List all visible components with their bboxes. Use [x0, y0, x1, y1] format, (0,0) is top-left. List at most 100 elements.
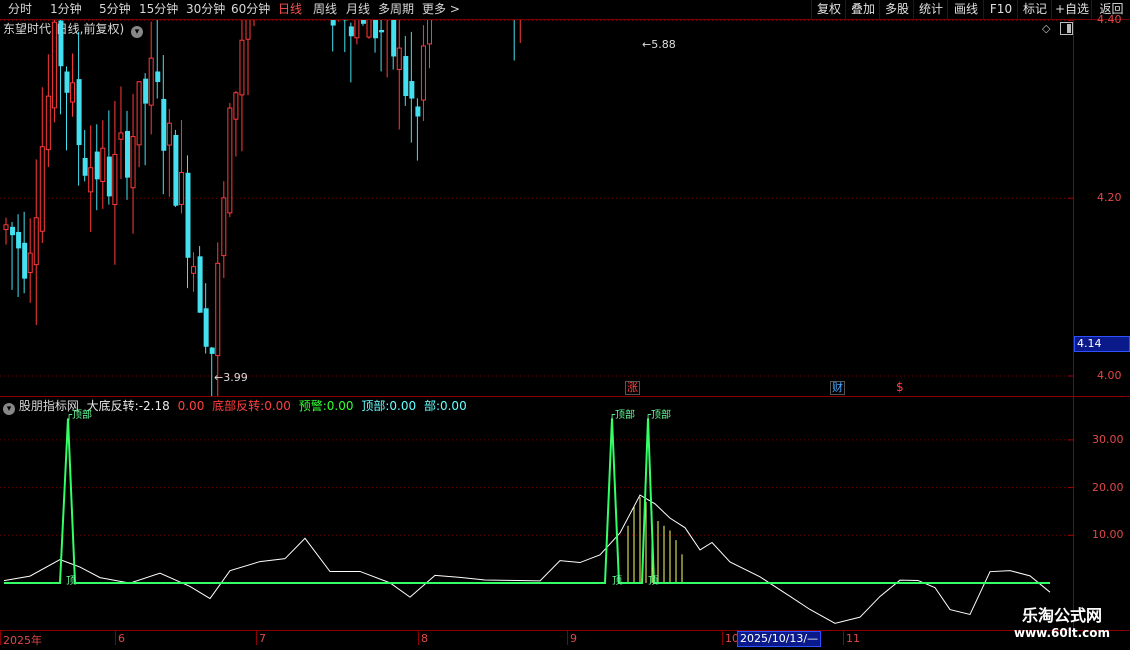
multi-stock-button[interactable]: 多股: [879, 0, 914, 19]
tf-1min[interactable]: 1分钟: [50, 1, 82, 17]
candle: [233, 90, 239, 157]
watermark: 乐淘公式网 www.60lt.com: [1000, 606, 1124, 641]
candle: [203, 283, 209, 354]
tf-15min[interactable]: 15分钟: [139, 1, 178, 17]
draw-line-button[interactable]: 画线: [947, 0, 984, 19]
candle: [10, 221, 16, 290]
high-marker: ←5.88: [642, 38, 676, 51]
spike-label-2-text: 顶部: [615, 410, 636, 421]
candle: [45, 54, 51, 168]
indicator-tick-0: 30.00: [1092, 432, 1124, 446]
statistics-button[interactable]: 统计: [913, 0, 948, 19]
tf-more[interactable]: 更多 >: [422, 1, 460, 17]
fuquan-button[interactable]: 复权: [811, 0, 846, 19]
candle: [409, 31, 415, 143]
candle: [185, 155, 191, 289]
candle: [143, 73, 149, 166]
candle: [191, 252, 197, 292]
candle: [386, 20, 388, 78]
date-label-nov: 11: [846, 632, 860, 645]
candle: [173, 129, 179, 208]
base-label-2: 顶: [612, 576, 622, 587]
candle: [76, 31, 82, 186]
date-label-sep: 9: [570, 632, 577, 645]
candle: [348, 22, 354, 83]
low-value: 3.99: [223, 371, 248, 384]
high-value: 5.88: [651, 38, 676, 51]
candle: [118, 86, 124, 180]
spike-label-2: ┌顶部: [609, 410, 636, 421]
candle: [403, 36, 409, 106]
f10-button[interactable]: F10: [983, 0, 1018, 19]
tf-daily[interactable]: 日线: [278, 1, 302, 17]
candle: [166, 108, 172, 197]
candle: [178, 120, 184, 214]
candle: [360, 20, 366, 26]
price-tick-7: 4.40: [1097, 13, 1122, 27]
candle: [64, 66, 70, 151]
candle: [415, 98, 421, 161]
date-label-jun: 6: [118, 632, 125, 645]
date-label-jul: 7: [259, 632, 266, 645]
candle: [245, 20, 251, 96]
candle: [3, 217, 9, 245]
candle: [330, 20, 336, 52]
candle: [513, 20, 515, 61]
event-mark-dollar[interactable]: $: [896, 381, 904, 393]
candle: [396, 20, 402, 130]
candle: [70, 53, 76, 117]
date-axis-divider: [0, 630, 1130, 631]
candle: [391, 20, 397, 70]
spike-label-1-text: 顶部: [72, 410, 93, 421]
tf-multi-period[interactable]: 多周期: [378, 1, 414, 17]
candle: [130, 93, 136, 234]
signal-line: [4, 418, 1050, 584]
overlay-button[interactable]: 叠加: [845, 0, 880, 19]
candle: [94, 124, 100, 211]
candle: [379, 20, 385, 72]
event-mark-limit-up[interactable]: 涨: [625, 381, 640, 395]
candle: [239, 20, 245, 152]
candle: [342, 20, 348, 53]
low-marker: ←3.99: [214, 371, 248, 384]
watermark-url: www.60lt.com: [1013, 626, 1111, 640]
add-watchlist-button[interactable]: +自选: [1051, 0, 1092, 19]
event-mark-finance[interactable]: 财: [830, 381, 845, 395]
mark-button[interactable]: 标记: [1017, 0, 1052, 19]
candle: [221, 181, 227, 278]
tf-weekly[interactable]: 周线: [313, 1, 337, 17]
tf-monthly[interactable]: 月线: [346, 1, 370, 17]
candlestick-chart[interactable]: [0, 20, 1073, 396]
axis-divider: [1073, 20, 1074, 630]
top-toolbar: 分时 1分钟 5分钟 15分钟 30分钟 60分钟 日线 周线 月线 多周期 更…: [0, 0, 1130, 20]
base-label-3: 顶: [648, 576, 658, 587]
candle: [58, 20, 64, 115]
spike-label-3-text: 顶部: [651, 410, 672, 421]
price-tag: 4.14: [1074, 336, 1130, 352]
candle: [125, 110, 130, 200]
candle: [155, 20, 161, 99]
candle: [148, 21, 154, 135]
candle: [112, 100, 118, 265]
tf-fenshi[interactable]: 分时: [8, 1, 32, 17]
tf-5min[interactable]: 5分钟: [99, 1, 131, 17]
candle: [100, 120, 106, 209]
candle: [22, 211, 28, 294]
spike-label-1: ┌顶部: [66, 410, 93, 421]
watermark-title: 乐淘公式网: [1021, 606, 1102, 625]
cursor-date: 2025/10/13/—: [737, 631, 822, 647]
price-tick-9: 4.00: [1097, 369, 1122, 382]
candle: [51, 20, 57, 123]
indicator-tick-2: 10.00: [1092, 528, 1124, 542]
oscillator-line: [3, 494, 1051, 624]
candle: [373, 20, 379, 53]
spike-label-3: ┌顶部: [645, 410, 672, 421]
more-label: 更多: [422, 2, 447, 16]
candle: [197, 246, 203, 313]
base-label-1: 顶: [66, 576, 76, 587]
indicator-chart[interactable]: [0, 397, 1073, 630]
tf-30min[interactable]: 30分钟: [186, 1, 225, 17]
candle: [161, 54, 167, 195]
tf-60min[interactable]: 60分钟: [231, 1, 270, 17]
candle: [33, 159, 39, 325]
